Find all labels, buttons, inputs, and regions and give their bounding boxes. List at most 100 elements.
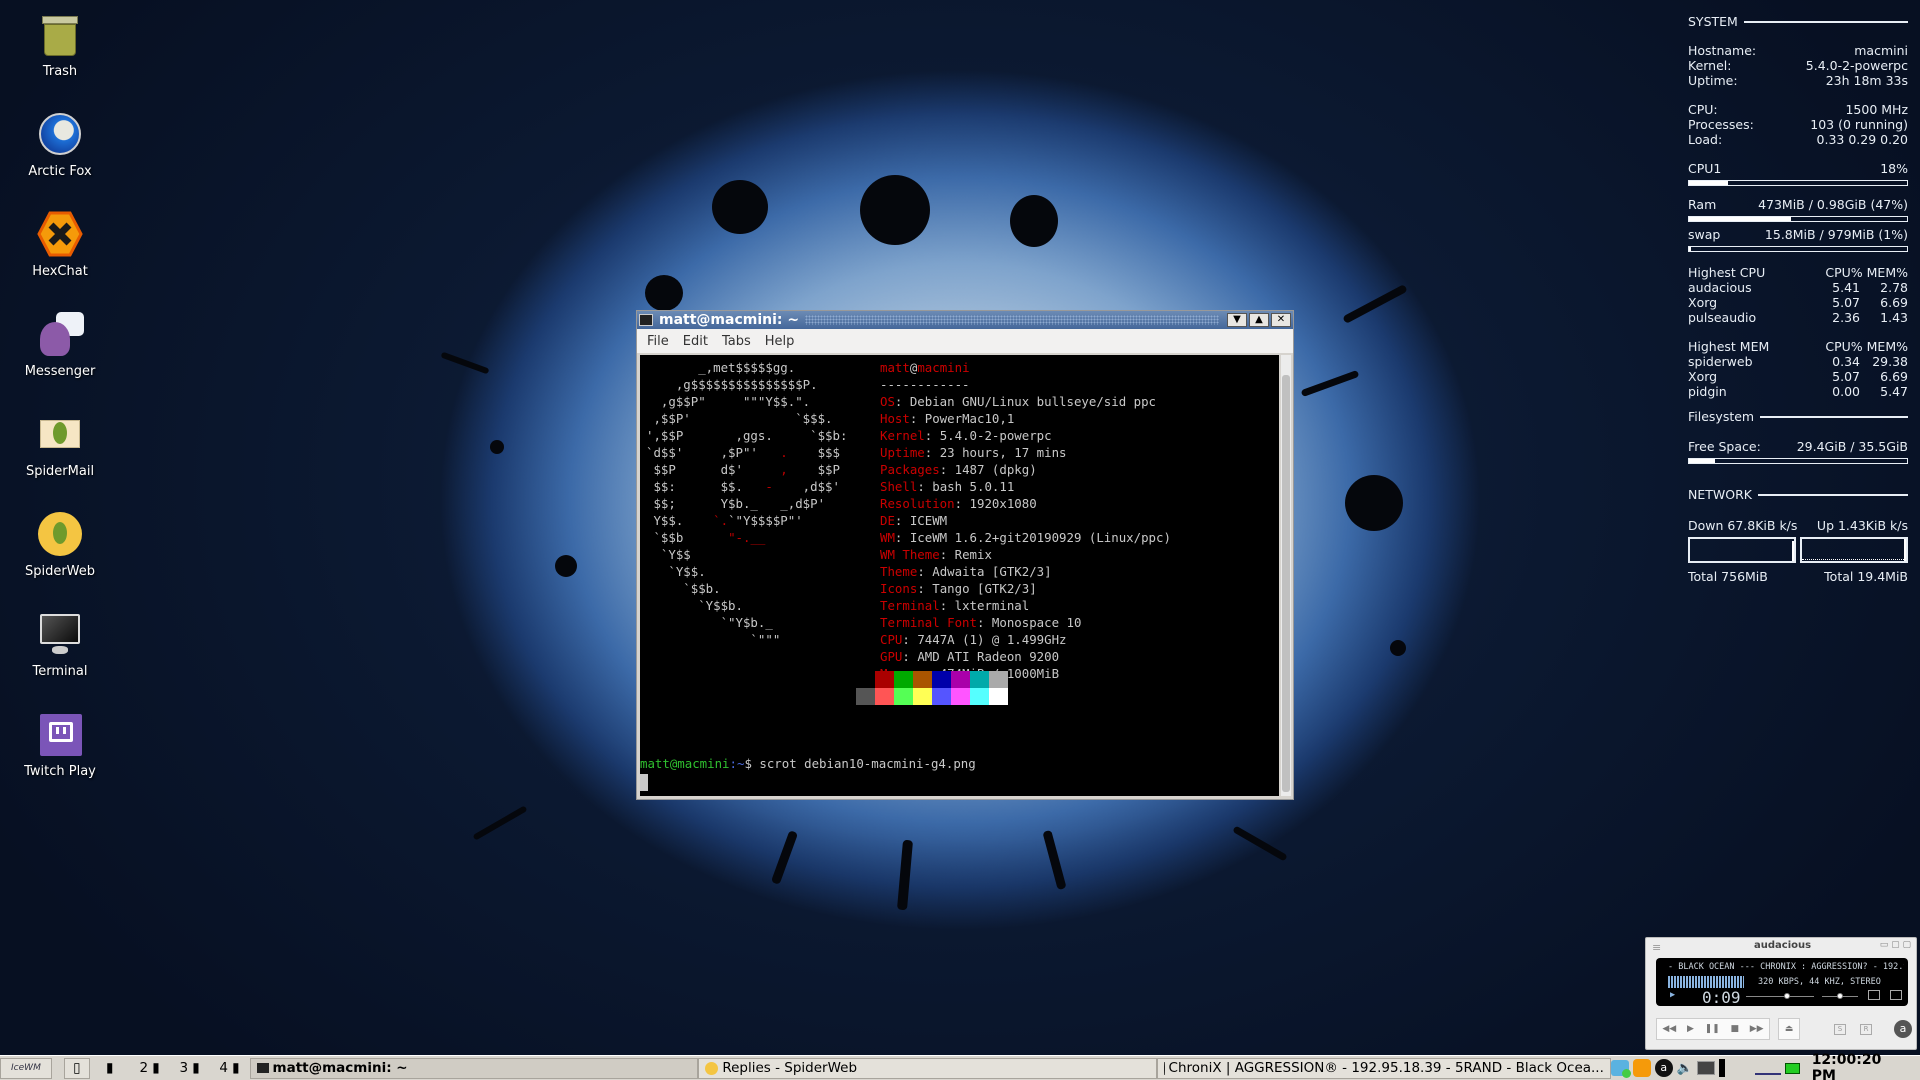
palette-swatch — [894, 688, 913, 705]
arctic-fox-browser-icon — [36, 110, 84, 158]
menu-tabs[interactable]: Tabs — [722, 334, 751, 349]
volume-icon[interactable]: 🔈 — [1677, 1061, 1693, 1076]
audacious-logo: audacious — [1754, 940, 1812, 951]
info-line: Terminal Font: Monospace 10 — [880, 615, 1082, 630]
desktop-icon-hexchat[interactable]: HexChat — [0, 210, 120, 279]
info-line: Icons: Tango [GTK2/3] — [880, 581, 1037, 596]
highest-cpu-list: audacious 5.41 2.78 Xorg 5.07 6.69 pulseaudio 2… — [1688, 280, 1908, 325]
desktop-icon-twitch[interactable]: Twitch Play — [0, 710, 120, 779]
pidgin-tray-icon[interactable] — [1610, 1060, 1631, 1078]
terminal-scrollbar[interactable] — [1281, 355, 1291, 796]
load-value: 0.33 0.29 0.20 — [1816, 132, 1908, 147]
minimize-button[interactable]: ▼ — [1227, 313, 1247, 327]
network-header: NETWORK — [1688, 487, 1908, 502]
menu-edit[interactable]: Edit — [683, 334, 708, 349]
play-button[interactable]: ▶ — [1687, 1024, 1694, 1034]
info-line: Terminal: lxterminal — [880, 598, 1030, 613]
repeat-button[interactable]: R — [1860, 1024, 1872, 1035]
maximize-button[interactable]: ▲ — [1249, 313, 1269, 327]
process-row: Xorg 5.07 6.69 — [1688, 369, 1908, 384]
next-button[interactable]: ▶▶ — [1750, 1024, 1764, 1034]
workspace-1[interactable]: 1▮ — [90, 1058, 130, 1079]
color-palette-top — [856, 671, 1008, 688]
menu-file[interactable]: File — [647, 334, 669, 349]
ram-value: 473MiB / 0.98GiB (47%) — [1758, 197, 1908, 212]
palette-swatch — [989, 671, 1008, 688]
stop-button[interactable]: ■ — [1730, 1024, 1739, 1034]
cpu-freq-value: 1500 MHz — [1845, 102, 1908, 117]
terminal-menubar: File Edit Tabs Help — [637, 329, 1293, 353]
desktop-icon-terminal[interactable]: Terminal — [0, 610, 120, 679]
network-icon[interactable] — [1696, 1061, 1715, 1075]
info-line: WM Theme: Remix — [880, 547, 992, 562]
system-header: SYSTEM — [1688, 14, 1908, 29]
kernel-value: 5.4.0-2-powerpc — [1805, 58, 1908, 73]
close-button[interactable]: ✕ — [1271, 313, 1291, 327]
info-line: GPU: AMD ATI Radeon 9200 — [880, 649, 1060, 664]
menu-help[interactable]: Help — [765, 334, 795, 349]
desktop-icon-trash[interactable]: Trash — [0, 10, 120, 79]
terminal-output[interactable]: _,met$$$$$gg. ,g$$$$$$$$$$$$$$$P. ,g$$P"… — [640, 355, 1279, 796]
palette-swatch — [932, 688, 951, 705]
download-speed: Down 67.8KiB k/s — [1688, 518, 1798, 533]
terminal-window[interactable]: matt@macmini: ~ ▼ ▲ ✕ File Edit Tabs Hel… — [636, 310, 1294, 800]
info-line: CPU: 7447A (1) @ 1.499GHz — [880, 632, 1067, 647]
info-line: OS: Debian GNU/Linux bullseye/sid ppc — [880, 394, 1157, 409]
process-row: pulseaudio 2.36 1.43 — [1688, 310, 1908, 325]
start-menu-button[interactable]: IceWM — [0, 1057, 52, 1079]
pause-button[interactable]: ❚❚ — [1705, 1024, 1720, 1034]
free-space-value: 29.4GiB / 35.5GiB — [1796, 439, 1908, 454]
audacious-tray-icon[interactable]: a — [1654, 1059, 1673, 1077]
swap-bar — [1688, 246, 1908, 252]
task-spiderweb[interactable]: Replies - SpiderWeb — [698, 1057, 1158, 1079]
volume-slider[interactable] — [1746, 993, 1814, 999]
hostname-value: macmini — [1854, 43, 1908, 58]
audacious-icon: a — [1894, 1020, 1912, 1038]
process-row: pidgin 0.00 5.47 — [1688, 384, 1908, 399]
clock[interactable]: 12:00:20 PM — [1812, 1052, 1910, 1080]
window-controls[interactable]: ▭ ▢ ▢ — [1880, 940, 1911, 950]
window-title: matt@macmini: ~ — [659, 312, 800, 328]
cpu1-value: 18% — [1880, 161, 1908, 176]
filesystem-header: Filesystem — [1688, 409, 1908, 424]
workspace-2[interactable]: 2 ▮ — [130, 1058, 170, 1079]
eject-button[interactable]: ⏏ — [1778, 1018, 1800, 1040]
desktop-icon-arctic-fox[interactable]: Arctic Fox — [0, 110, 120, 179]
command-text: scrot debian10-macmini-g4.png — [759, 756, 976, 771]
workspace-3[interactable]: 3 ▮ — [170, 1058, 210, 1079]
audacious-player[interactable]: ≡ audacious ▭ ▢ ▢ - BLACK OCEAN --- CHRO… — [1645, 937, 1917, 1050]
terminal-titlebar[interactable]: matt@macmini: ~ ▼ ▲ ✕ — [637, 311, 1293, 329]
playlist-button[interactable] — [1890, 990, 1902, 1000]
total-download: Total 756MiB — [1688, 569, 1768, 584]
info-line: Theme: Adwaita [GTK2/3] — [880, 564, 1052, 579]
disk-bar — [1688, 458, 1908, 464]
color-palette-bottom — [856, 688, 1008, 705]
equalizer-button[interactable] — [1868, 990, 1880, 1000]
desktop-icon-spidermail[interactable]: SpiderMail — [0, 410, 120, 479]
palette-swatch — [989, 688, 1008, 705]
show-desktop-button[interactable]: ▯ — [63, 1057, 90, 1079]
stream-format: 320 KBPS, 44 KHZ, STEREO — [1758, 977, 1881, 987]
cpu-monitor-icon[interactable] — [1718, 1059, 1725, 1077]
workspace-4[interactable]: 4 ▮ — [210, 1058, 250, 1079]
palette-swatch — [875, 688, 894, 705]
spiderweb-icon — [36, 510, 84, 558]
desktop-icon-messenger[interactable]: Messenger — [0, 310, 120, 379]
shuffle-button[interactable]: S — [1834, 1024, 1846, 1035]
menu-icon[interactable]: ≡ — [1652, 941, 1661, 954]
info-line: Shell: bash 5.0.11 — [880, 479, 1015, 494]
hexchat-tray-icon[interactable] — [1632, 1059, 1651, 1077]
terminal-window-icon[interactable] — [639, 314, 653, 326]
conky-system-monitor: SYSTEM Hostname: macmini Kernel: 5.4.0-2-p… — [1688, 14, 1908, 584]
info-line: WM: IceWM 1.6.2+git20190929 (Linux/ppc) — [880, 530, 1171, 545]
mail-icon[interactable] — [1784, 1062, 1800, 1074]
task-terminal[interactable]: matt@macmini: ~ — [249, 1057, 699, 1079]
previous-button[interactable]: ◀◀ — [1662, 1024, 1676, 1034]
system-tray: a 🔈 12:00:20 PM — [1610, 1052, 1920, 1080]
spidermail-icon — [36, 410, 84, 458]
task-audacious[interactable]: ChroniX | AGGRESSION® - 192.95.18.39 - 5… — [1157, 1057, 1611, 1079]
debian-ascii-logo: _,met$$$$$gg. ,g$$$$$$$$$$$$$$$P. ,g$$P"… — [646, 360, 848, 647]
process-row: spiderweb 0.34 29.38 — [1688, 354, 1908, 369]
desktop-icon-spiderweb[interactable]: SpiderWeb — [0, 510, 120, 579]
balance-slider[interactable] — [1822, 993, 1858, 999]
